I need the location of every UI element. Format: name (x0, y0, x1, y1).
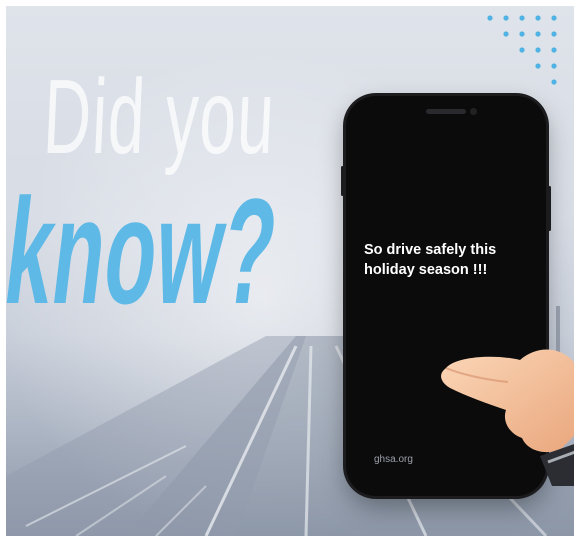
phone-message: So drive safely this holiday season !!! (364, 240, 534, 280)
phone-message-line1: So drive safely this (364, 242, 497, 258)
graphic-frame: Did you know? So drive safely this holid… (6, 6, 574, 536)
headline-know: know? (6, 167, 286, 335)
phone-power-button (548, 186, 551, 231)
phone-message-line2: holiday season !!! (364, 262, 488, 278)
pointing-hand-icon (441, 349, 574, 486)
phone-speaker (426, 109, 466, 114)
headline-did-you: Did you (41, 58, 278, 176)
phone-camera (470, 108, 477, 115)
dot-grid-decoration (487, 15, 557, 85)
website-label: ghsa.org (374, 454, 413, 465)
phone-volume-button (341, 166, 344, 196)
